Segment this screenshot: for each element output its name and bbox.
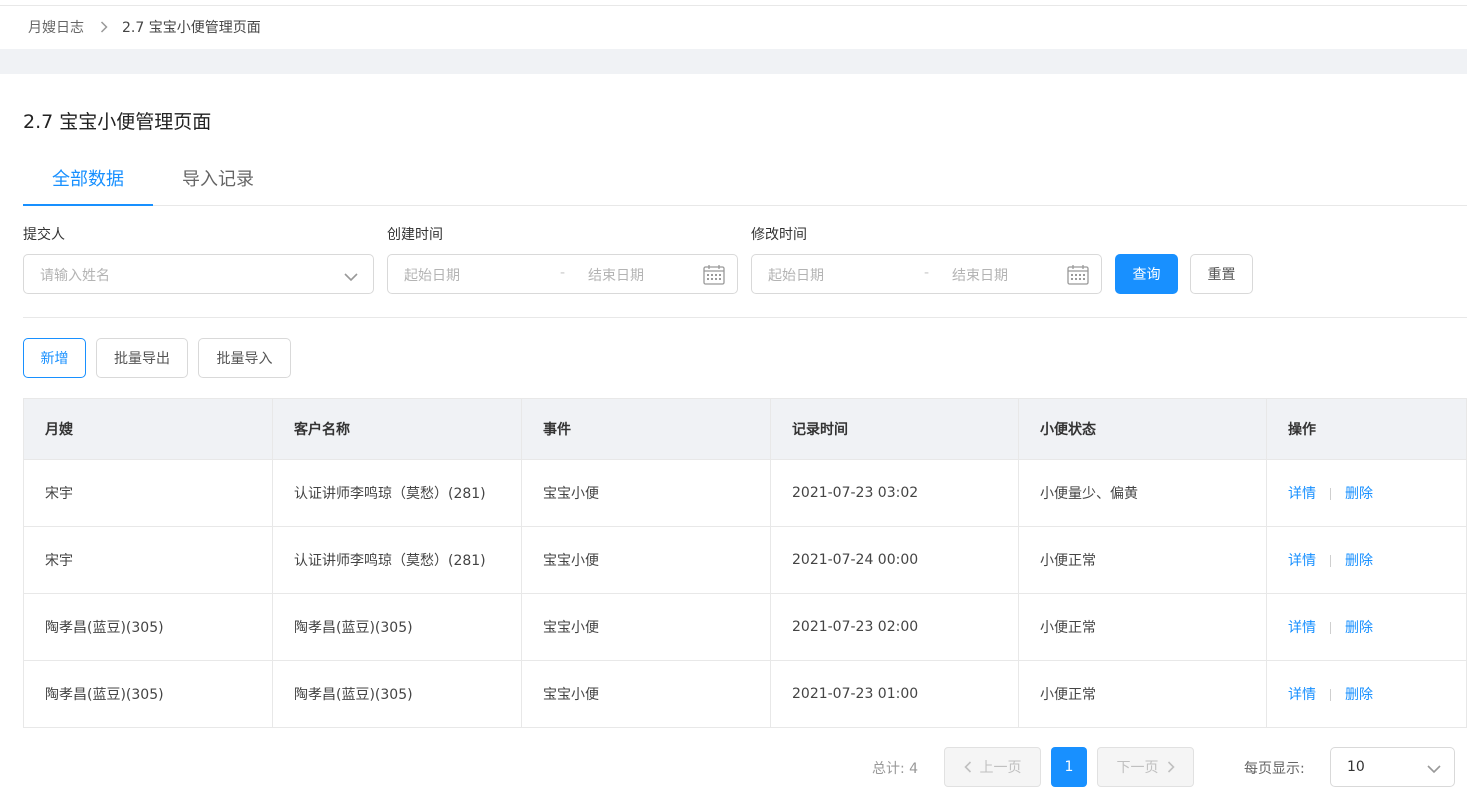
detail-link[interactable]: 详情 bbox=[1288, 553, 1316, 569]
chevron-down-icon bbox=[343, 268, 359, 287]
cell-nanny: 陶孝昌(蓝豆)(305) bbox=[23, 660, 273, 728]
query-button[interactable]: 查询 bbox=[1115, 254, 1178, 294]
page-title: 2.7 宝宝小便管理页面 bbox=[23, 111, 212, 133]
breadcrumb: 月嫂日志 2.7 宝宝小便管理页面 bbox=[28, 17, 261, 37]
tab-bar: 全部数据 导入记录 bbox=[23, 160, 1467, 206]
cell-actions: 详情 删除 bbox=[1266, 593, 1467, 661]
cell-record-time: 2021-07-23 02:00 bbox=[770, 593, 1019, 661]
cell-event: 宝宝小便 bbox=[521, 459, 771, 527]
delete-link[interactable]: 删除 bbox=[1345, 620, 1373, 636]
per-page-value: 10 bbox=[1347, 759, 1365, 775]
cell-customer: 陶孝昌(蓝豆)(305) bbox=[272, 593, 522, 661]
created-end-date[interactable]: 结束日期 bbox=[588, 265, 644, 285]
cell-customer: 认证讲师李鸣琼（莫愁）(281) bbox=[272, 459, 522, 527]
chevron-right-icon bbox=[100, 21, 108, 33]
delete-link[interactable]: 删除 bbox=[1345, 486, 1373, 502]
header-band bbox=[0, 49, 1467, 74]
table-row: 陶孝昌(蓝豆)(305) 陶孝昌(蓝豆)(305) 宝宝小便 2021-07-2… bbox=[23, 593, 1467, 661]
table-row: 陶孝昌(蓝豆)(305) 陶孝昌(蓝豆)(305) 宝宝小便 2021-07-2… bbox=[23, 660, 1467, 728]
table-row: 宋宇 认证讲师李鸣琼（莫愁）(281) 宝宝小便 2021-07-24 00:0… bbox=[23, 526, 1467, 594]
column-header-urine-status: 小便状态 bbox=[1018, 398, 1267, 460]
cell-nanny: 宋宇 bbox=[23, 526, 273, 594]
table-header-row: 月嫂 客户名称 事件 记录时间 小便状态 操作 bbox=[23, 398, 1467, 460]
total-count: 总计: 4 bbox=[872, 761, 919, 777]
table-row: 宋宇 认证讲师李鸣琼（莫愁）(281) 宝宝小便 2021-07-23 03:0… bbox=[23, 459, 1467, 527]
action-separator bbox=[1330, 622, 1331, 634]
action-separator bbox=[1330, 488, 1331, 500]
next-page-button[interactable]: 下一页 bbox=[1097, 747, 1194, 787]
cell-event: 宝宝小便 bbox=[521, 593, 771, 661]
cell-event: 宝宝小便 bbox=[521, 526, 771, 594]
cell-nanny: 宋宇 bbox=[23, 459, 273, 527]
range-separator: - bbox=[560, 265, 566, 281]
cell-urine-status: 小便正常 bbox=[1018, 660, 1267, 728]
column-header-actions: 操作 bbox=[1266, 398, 1467, 460]
delete-link[interactable]: 删除 bbox=[1345, 553, 1373, 569]
prev-page-label: 上一页 bbox=[979, 760, 1022, 776]
cell-record-time: 2021-07-24 00:00 bbox=[770, 526, 1019, 594]
chevron-down-icon bbox=[1426, 760, 1442, 779]
calendar-icon[interactable] bbox=[1067, 265, 1089, 289]
cell-actions: 详情 删除 bbox=[1266, 526, 1467, 594]
cell-nanny: 陶孝昌(蓝豆)(305) bbox=[23, 593, 273, 661]
calendar-icon[interactable] bbox=[703, 265, 725, 289]
chevron-right-icon bbox=[1167, 761, 1175, 773]
cell-customer: 陶孝昌(蓝豆)(305) bbox=[272, 660, 522, 728]
created-time-label: 创建时间 bbox=[387, 227, 443, 243]
cell-actions: 详情 删除 bbox=[1266, 660, 1467, 728]
batch-import-button[interactable]: 批量导入 bbox=[198, 338, 291, 378]
column-header-customer: 客户名称 bbox=[272, 398, 522, 460]
action-separator bbox=[1330, 555, 1331, 567]
cell-urine-status: 小便正常 bbox=[1018, 593, 1267, 661]
cell-urine-status: 小便正常 bbox=[1018, 526, 1267, 594]
range-separator: - bbox=[924, 265, 930, 281]
delete-link[interactable]: 删除 bbox=[1345, 687, 1373, 703]
submitter-select[interactable]: 请输入姓名 bbox=[23, 254, 374, 294]
tab-import-records[interactable]: 导入记录 bbox=[153, 160, 283, 206]
detail-link[interactable]: 详情 bbox=[1288, 687, 1316, 703]
detail-link[interactable]: 详情 bbox=[1288, 486, 1316, 502]
add-button[interactable]: 新增 bbox=[23, 338, 86, 378]
cell-customer: 认证讲师李鸣琼（莫愁）(281) bbox=[272, 526, 522, 594]
column-header-event: 事件 bbox=[521, 398, 771, 460]
cell-event: 宝宝小便 bbox=[521, 660, 771, 728]
modified-start-date[interactable]: 起始日期 bbox=[768, 265, 824, 285]
breadcrumb-current: 2.7 宝宝小便管理页面 bbox=[122, 20, 261, 36]
column-header-nanny: 月嫂 bbox=[23, 398, 273, 460]
column-header-record-time: 记录时间 bbox=[770, 398, 1019, 460]
created-date-range[interactable]: 起始日期 - 结束日期 bbox=[387, 254, 738, 294]
top-divider bbox=[0, 5, 1467, 6]
cell-record-time: 2021-07-23 01:00 bbox=[770, 660, 1019, 728]
modified-time-label: 修改时间 bbox=[751, 227, 807, 243]
section-divider bbox=[23, 317, 1467, 318]
cell-urine-status: 小便量少、偏黄 bbox=[1018, 459, 1267, 527]
created-start-date[interactable]: 起始日期 bbox=[404, 265, 460, 285]
modified-date-range[interactable]: 起始日期 - 结束日期 bbox=[751, 254, 1102, 294]
data-table: 月嫂 客户名称 事件 记录时间 小便状态 操作 宋宇 认证讲师李鸣琼（莫愁）(2… bbox=[23, 398, 1467, 728]
submitter-placeholder: 请输入姓名 bbox=[40, 268, 110, 284]
cell-actions: 详情 删除 bbox=[1266, 459, 1467, 527]
per-page-label: 每页显示: bbox=[1244, 761, 1305, 777]
detail-link[interactable]: 详情 bbox=[1288, 620, 1316, 636]
page-number-current[interactable]: 1 bbox=[1051, 747, 1087, 787]
next-page-label: 下一页 bbox=[1116, 760, 1159, 776]
breadcrumb-parent[interactable]: 月嫂日志 bbox=[28, 17, 84, 37]
chevron-left-icon bbox=[963, 761, 972, 773]
reset-button[interactable]: 重置 bbox=[1190, 254, 1253, 294]
modified-end-date[interactable]: 结束日期 bbox=[952, 265, 1008, 285]
prev-page-button[interactable]: 上一页 bbox=[944, 747, 1041, 787]
cell-record-time: 2021-07-23 03:02 bbox=[770, 459, 1019, 527]
tab-all-data[interactable]: 全部数据 bbox=[23, 160, 153, 206]
action-separator bbox=[1330, 689, 1331, 701]
submitter-label: 提交人 bbox=[23, 227, 65, 243]
batch-export-button[interactable]: 批量导出 bbox=[96, 338, 188, 378]
per-page-select[interactable]: 10 bbox=[1330, 747, 1455, 787]
